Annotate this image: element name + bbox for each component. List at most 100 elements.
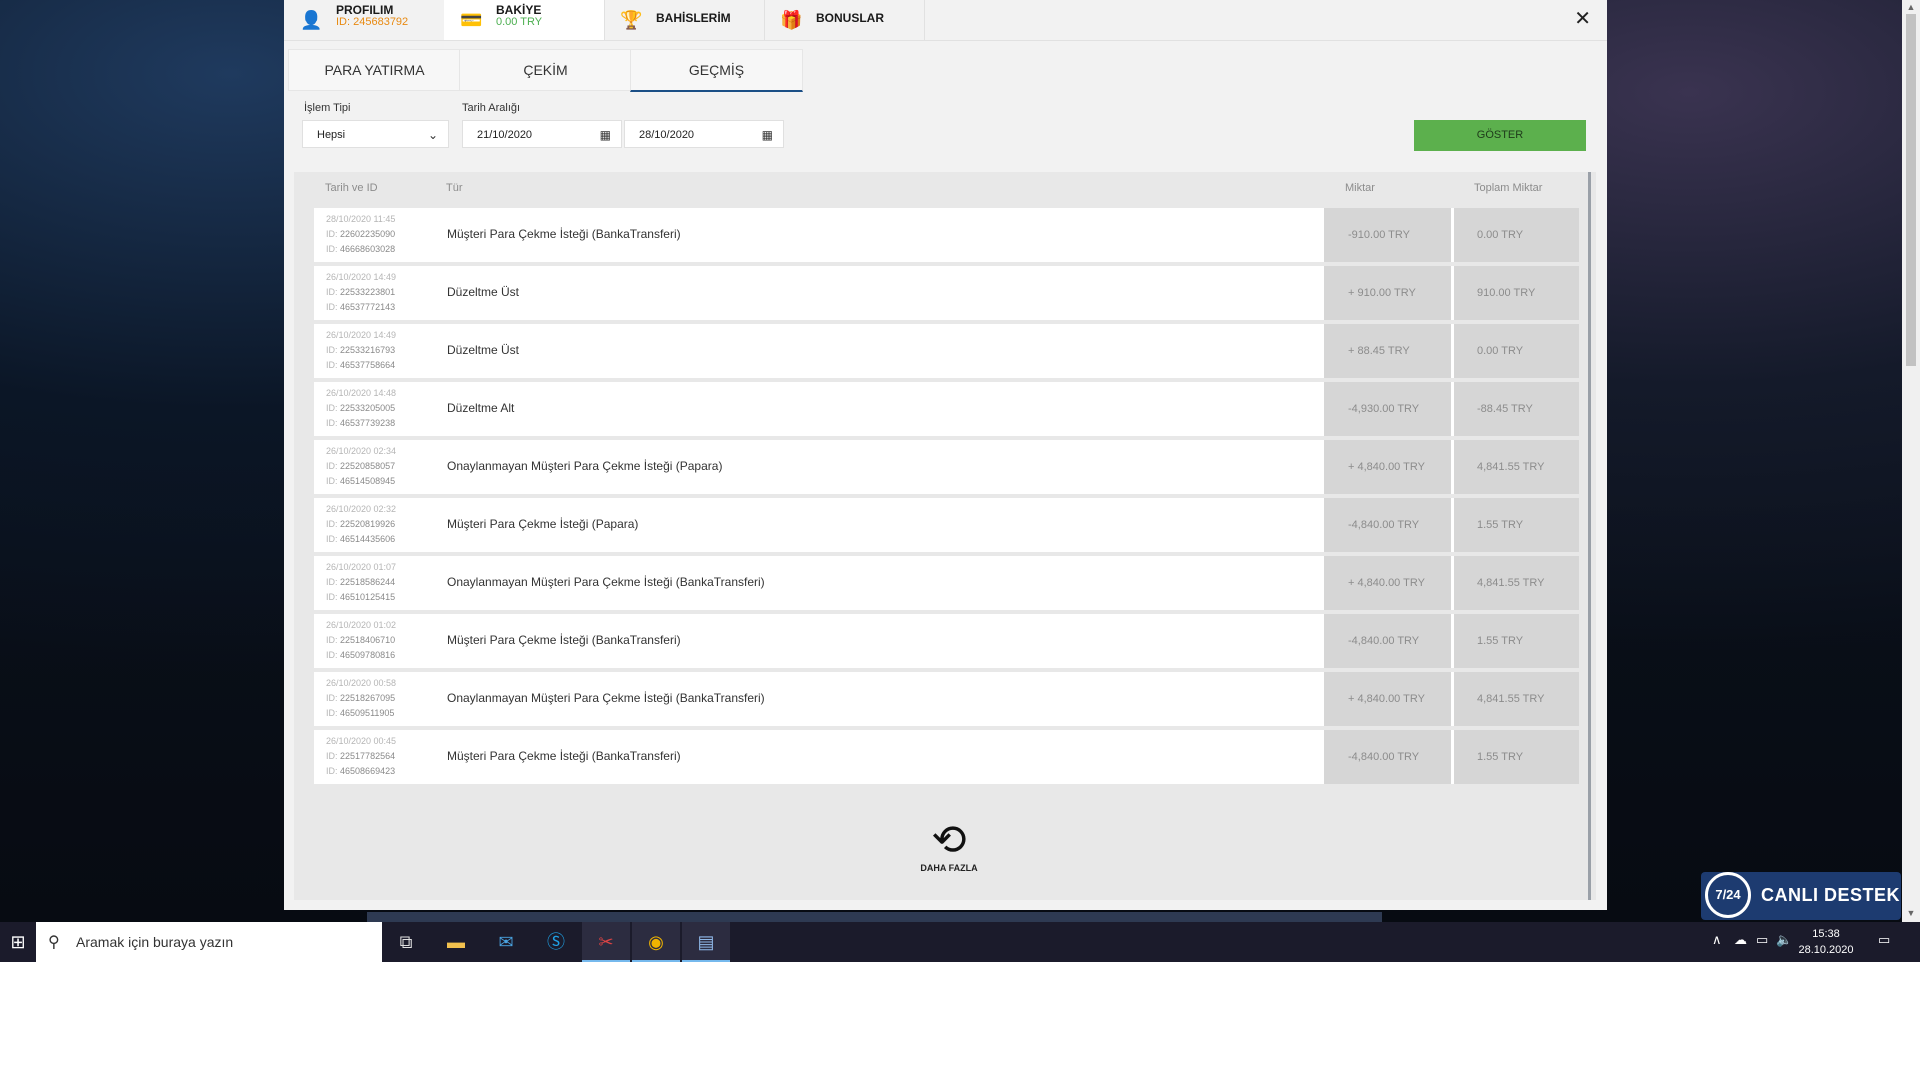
row-date-id: 26/10/2020 14:49 ID: 22533223801 ID: 46537… bbox=[326, 270, 396, 315]
scroll-down-icon[interactable]: ▼ bbox=[1902, 908, 1920, 918]
table-row: 26/10/2020 00:58 ID: 22518267095 ID: 46509… bbox=[314, 672, 1579, 726]
row-id-1: ID: 22520858057 bbox=[326, 461, 396, 471]
row-date: 26/10/2020 02:34 bbox=[326, 446, 397, 456]
row-id-2: ID: 46668603028 bbox=[326, 244, 396, 254]
table-row: 26/10/2020 02:34 ID: 22520858057 ID: 46514… bbox=[314, 440, 1579, 494]
row-type: Müşteri Para Çekme İsteği (BankaTransfer… bbox=[447, 749, 681, 763]
tab-balance[interactable]: 💳 BAKİYE 0.00 TRY bbox=[444, 0, 605, 40]
row-id-1: ID: 22533205005 bbox=[326, 403, 396, 413]
mail-icon[interactable]: ✉ bbox=[482, 922, 530, 962]
row-date: 26/10/2020 14:48 bbox=[326, 388, 397, 398]
row-amount: + 88.45 TRY bbox=[1324, 324, 1451, 378]
live-support-button[interactable]: 7/24 CANLI DESTEK bbox=[1701, 872, 1901, 920]
search-icon: ⚲ bbox=[48, 934, 60, 951]
cloud-icon[interactable]: ☁ bbox=[1734, 932, 1747, 948]
row-id-1: ID: 22533223801 bbox=[326, 287, 396, 297]
row-type: Müşteri Para Çekme İsteği (Papara) bbox=[447, 517, 639, 531]
clock-time: 15:38 bbox=[1812, 928, 1840, 940]
calculator-icon[interactable]: ▤ bbox=[682, 922, 730, 962]
history-table: Tarih ve ID Tür Miktar Toplam Miktar 28/… bbox=[294, 172, 1596, 900]
row-type: Müşteri Para Çekme İsteği (BankaTransfer… bbox=[447, 227, 681, 241]
table-row: 26/10/2020 00:45 ID: 22517782564 ID: 46508… bbox=[314, 730, 1579, 784]
table-row: 26/10/2020 01:07 ID: 22518586244 ID: 46510… bbox=[314, 556, 1579, 610]
show-button[interactable]: GÖSTER bbox=[1414, 120, 1586, 151]
tab-withdraw[interactable]: ÇEKİM bbox=[459, 49, 632, 91]
row-total: 1.55 TRY bbox=[1454, 614, 1579, 668]
row-date-id: 26/10/2020 02:32 ID: 22520819926 ID: 46514… bbox=[326, 502, 396, 547]
volume-icon[interactable]: 🔈 bbox=[1776, 932, 1792, 948]
close-icon[interactable]: ✕ bbox=[1574, 6, 1591, 31]
table-row: 26/10/2020 01:02 ID: 22518406710 ID: 46509… bbox=[314, 614, 1579, 668]
chevron-up-icon[interactable]: ∧ bbox=[1712, 932, 1722, 948]
tab-profile[interactable]: 👤 PROFILIM ID: 245683792 bbox=[284, 0, 445, 40]
row-date-id: 26/10/2020 01:07 ID: 22518586244 ID: 46510… bbox=[326, 560, 396, 605]
balance-title: BAKİYE bbox=[496, 3, 542, 17]
search-placeholder: Aramak için buraya yazın bbox=[76, 934, 234, 950]
row-date: 26/10/2020 02:32 bbox=[326, 504, 397, 514]
tab-deposit[interactable]: PARA YATIRMA bbox=[288, 49, 461, 91]
row-id-2: ID: 46537758664 bbox=[326, 360, 396, 370]
row-amount: -4,840.00 TRY bbox=[1324, 730, 1451, 784]
chrome-icon[interactable]: ◉ bbox=[632, 922, 680, 962]
row-date: 26/10/2020 01:02 bbox=[326, 620, 397, 630]
row-type: Onaylanmayan Müşteri Para Çekme İsteği (… bbox=[447, 459, 723, 473]
live-support-label: CANLI DESTEK bbox=[1761, 885, 1901, 905]
scroll-up-icon[interactable]: ▲ bbox=[1902, 2, 1920, 12]
row-id-2: ID: 46514435606 bbox=[326, 534, 396, 544]
type-select[interactable]: Hepsi ⌄ bbox=[302, 120, 449, 148]
load-more-button[interactable]: ⟲ DAHA FAZLA bbox=[904, 817, 994, 877]
tab-history[interactable]: GEÇMİŞ bbox=[630, 49, 803, 92]
skype-icon[interactable]: Ⓢ bbox=[532, 922, 580, 962]
row-id-1: ID: 22602235090 bbox=[326, 229, 396, 239]
balance-value: 0.00 TRY bbox=[496, 16, 543, 28]
row-date: 28/10/2020 11:45 bbox=[326, 214, 396, 224]
row-total: 1.55 TRY bbox=[1454, 730, 1579, 784]
notification-icon[interactable]: ▭ bbox=[1878, 932, 1890, 948]
row-id-1: ID: 22520819926 bbox=[326, 519, 396, 529]
gift-icon: 🎁 bbox=[780, 10, 803, 30]
row-date: 26/10/2020 14:49 bbox=[326, 330, 397, 340]
row-date-id: 26/10/2020 00:45 ID: 22517782564 ID: 46508… bbox=[326, 734, 396, 779]
windows-start-icon[interactable]: ⊞ bbox=[0, 922, 36, 962]
date-to-field[interactable]: 28/10/2020 ▦ bbox=[624, 120, 784, 148]
row-amount: -4,930.00 TRY bbox=[1324, 382, 1451, 436]
header-type: Tür bbox=[446, 182, 463, 194]
row-id-2: ID: 46508669423 bbox=[326, 766, 396, 776]
profile-title: PROFILIM bbox=[336, 3, 394, 17]
page-scrollbar[interactable]: ▲ ▼ bbox=[1902, 0, 1920, 922]
type-value: Hepsi bbox=[317, 129, 346, 141]
row-total: 1.55 TRY bbox=[1454, 498, 1579, 552]
row-date-id: 26/10/2020 14:48 ID: 22533205005 ID: 46537… bbox=[326, 386, 396, 431]
row-total: 4,841.55 TRY bbox=[1454, 440, 1579, 494]
scrollbar-thumb[interactable] bbox=[1906, 14, 1916, 366]
headset-icon: 7/24 bbox=[1705, 872, 1751, 918]
clock-date: 28.10.2020 bbox=[1798, 944, 1854, 956]
row-total: -88.45 TRY bbox=[1454, 382, 1579, 436]
clock[interactable]: 15:38 28.10.2020 bbox=[1796, 926, 1856, 958]
date-from-field[interactable]: 21/10/2020 ▦ bbox=[462, 120, 622, 148]
row-date-id: 26/10/2020 02:34 ID: 22520858057 ID: 46514… bbox=[326, 444, 396, 489]
file-explorer-icon[interactable]: ▬ bbox=[432, 922, 480, 962]
row-type: Onaylanmayan Müşteri Para Çekme İsteği (… bbox=[447, 691, 765, 705]
screen: ▲ ▼ 👤 PROFILIM ID: 245683792 💳 BAKİYE 0.… bbox=[0, 0, 1920, 962]
tab-bonuses[interactable]: 🎁 BONUSLAR bbox=[764, 0, 925, 40]
calendar-icon[interactable]: ▦ bbox=[762, 121, 773, 149]
snipping-icon[interactable]: ✂ bbox=[582, 922, 630, 962]
row-type: Düzeltme Üst bbox=[447, 285, 520, 299]
table-row: 26/10/2020 14:49 ID: 22533216793 ID: 46537… bbox=[314, 324, 1579, 378]
calendar-icon[interactable]: ▦ bbox=[600, 121, 611, 149]
taskbar-search[interactable]: ⚲ Aramak için buraya yazın bbox=[36, 922, 382, 962]
table-scrollbar[interactable] bbox=[1588, 172, 1591, 900]
row-amount: + 4,840.00 TRY bbox=[1324, 672, 1451, 726]
network-icon[interactable]: ▭ bbox=[1756, 932, 1768, 948]
row-date-id: 26/10/2020 01:02 ID: 22518406710 ID: 46509… bbox=[326, 618, 396, 663]
tab-my-bets[interactable]: 🏆 BAHİSLERİM bbox=[604, 0, 765, 40]
row-total: 4,841.55 TRY bbox=[1454, 672, 1579, 726]
row-id-1: ID: 22533216793 bbox=[326, 345, 396, 355]
trophy-icon: 🏆 bbox=[620, 10, 643, 30]
background-banner bbox=[367, 912, 1382, 922]
row-id-2: ID: 46509511905 bbox=[326, 708, 395, 718]
task-view-icon[interactable]: ⧉ bbox=[382, 922, 430, 962]
row-id-2: ID: 46537739238 bbox=[326, 418, 396, 428]
row-date-id: 26/10/2020 00:58 ID: 22518267095 ID: 46509… bbox=[326, 676, 396, 721]
